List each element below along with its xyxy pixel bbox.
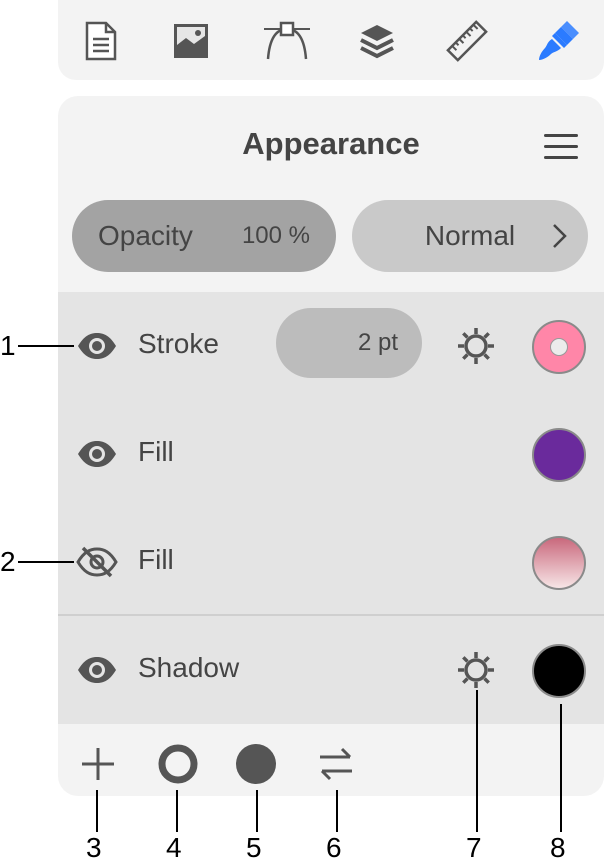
list-item-fill[interactable]: Fill xyxy=(58,400,604,508)
callout-number: 7 xyxy=(466,832,482,862)
callout-line xyxy=(560,704,562,832)
stroke-ring-icon[interactable] xyxy=(156,742,200,786)
document-icon[interactable] xyxy=(78,18,124,64)
appearance-list: Stroke 2 pt Fill Fill Shadow xyxy=(58,292,604,724)
panel-title: Appearance xyxy=(242,126,420,161)
list-item-shadow[interactable]: Shadow xyxy=(58,616,604,724)
callout-line xyxy=(256,790,258,832)
fill-color-swatch[interactable] xyxy=(532,428,586,482)
callout-number: 1 xyxy=(0,330,16,361)
callout-number: 5 xyxy=(246,832,262,862)
image-icon[interactable] xyxy=(168,18,214,64)
callout-line xyxy=(176,790,178,832)
callout-line xyxy=(18,561,74,563)
stroke-width-field[interactable]: 2 pt xyxy=(276,308,422,378)
blend-mode-button[interactable]: Normal xyxy=(352,200,588,272)
callout-line xyxy=(336,790,338,832)
ruler-icon[interactable] xyxy=(444,18,490,64)
row-label: Stroke xyxy=(138,328,219,359)
paintbrush-icon[interactable] xyxy=(536,18,582,64)
row-label: Fill xyxy=(138,436,174,467)
opacity-slider[interactable]: Opacity 100 % xyxy=(72,200,336,272)
callout-line xyxy=(476,690,478,832)
callout-line xyxy=(18,345,74,347)
gradient-fill-swatch[interactable] xyxy=(532,536,586,590)
row-label: Shadow xyxy=(138,652,240,683)
fill-circle-icon[interactable] xyxy=(234,742,278,786)
list-item-fill-hidden[interactable]: Fill xyxy=(58,508,604,616)
chevron-right-icon xyxy=(553,224,567,248)
callout-number: 3 xyxy=(86,832,102,862)
callout-line xyxy=(96,790,98,832)
shadow-color-swatch[interactable] xyxy=(532,644,586,698)
gear-icon[interactable] xyxy=(456,650,496,690)
callout-number: 6 xyxy=(326,832,342,862)
blend-mode-label: Normal xyxy=(424,220,516,251)
opacity-label: Opacity xyxy=(98,220,193,251)
callout-number: 4 xyxy=(166,832,182,862)
eye-icon[interactable] xyxy=(76,654,118,686)
list-item-stroke[interactable]: Stroke 2 pt xyxy=(58,292,604,400)
add-icon[interactable] xyxy=(76,742,120,786)
menu-icon[interactable] xyxy=(542,132,582,162)
stroke-width-value: 2 pt xyxy=(357,329,398,356)
bezier-path-icon[interactable] xyxy=(262,18,312,64)
appearance-panel: Appearance Opacity 100 % Normal Stroke 2… xyxy=(58,96,604,796)
swap-icon[interactable] xyxy=(314,742,358,786)
tool-tabs-bar xyxy=(58,0,604,80)
callout-number: 2 xyxy=(0,546,16,577)
callout-number: 8 xyxy=(550,832,566,862)
opacity-value: 100 % xyxy=(241,222,310,249)
eye-icon[interactable] xyxy=(76,330,118,362)
gear-icon[interactable] xyxy=(456,326,496,366)
layers-icon[interactable] xyxy=(354,18,400,64)
eye-icon[interactable] xyxy=(76,438,118,470)
stroke-color-swatch[interactable] xyxy=(532,320,586,374)
eye-slash-icon[interactable] xyxy=(76,546,118,578)
row-label: Fill xyxy=(138,544,174,575)
